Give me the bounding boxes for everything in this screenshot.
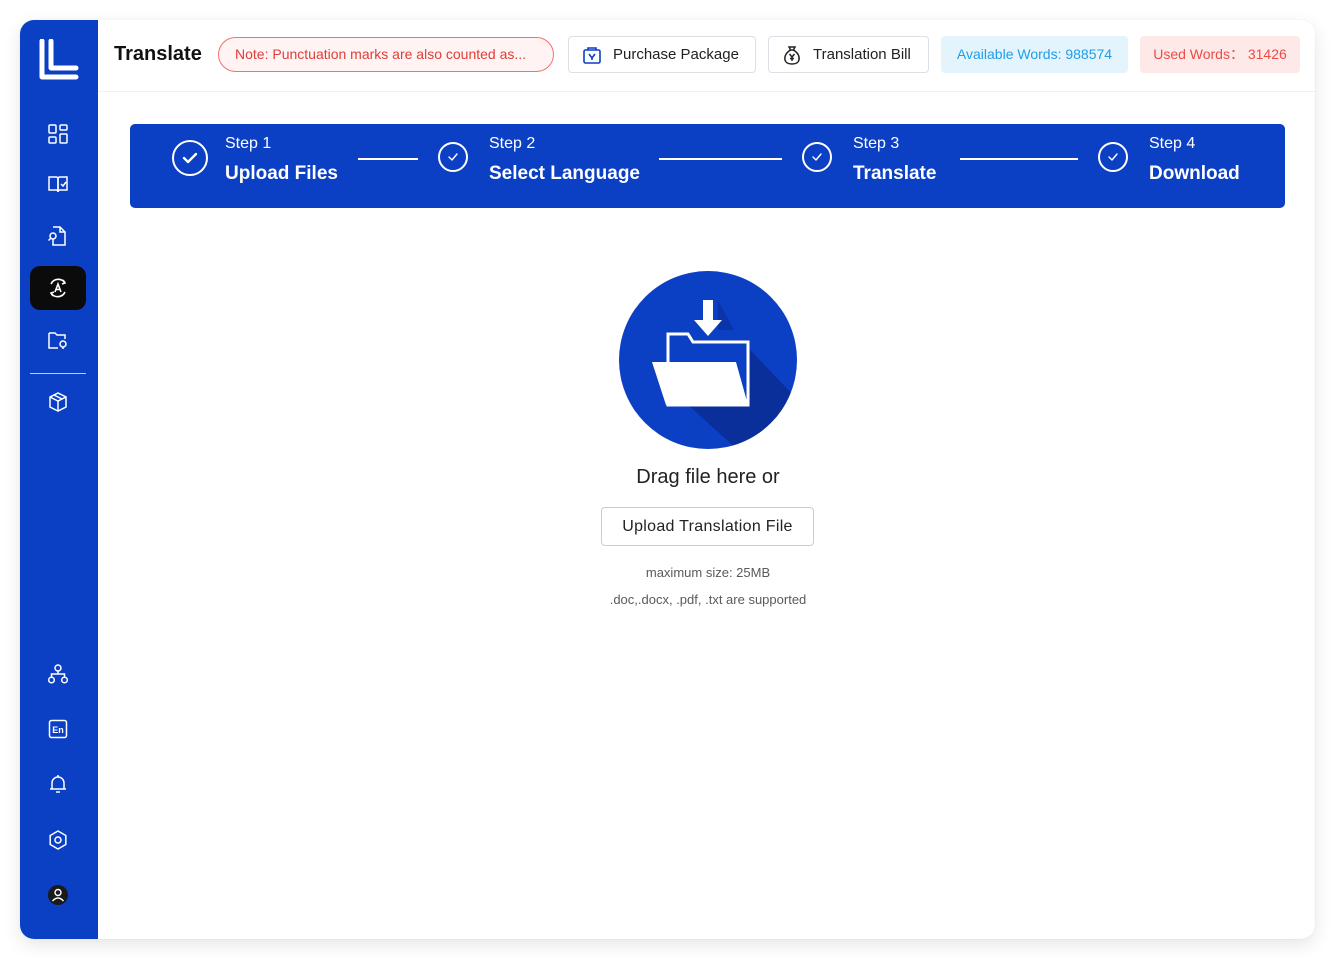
- step-4-label: Download: [1149, 163, 1240, 184]
- money-bag-icon: [784, 45, 800, 65]
- language-en-icon: En: [48, 719, 68, 739]
- package-box-icon: [49, 392, 67, 412]
- step-1-label: Upload Files: [225, 163, 338, 184]
- top-header: Translate Note: Punctuation marks are al…: [98, 20, 1315, 92]
- step-1-check-icon: [172, 140, 208, 176]
- step-connector: [960, 158, 1078, 160]
- used-words-badge: Used Words： 31426: [1140, 36, 1300, 73]
- nav-translate[interactable]: [30, 266, 86, 310]
- step-4-number: Step 4: [1149, 135, 1196, 152]
- purchase-package-button[interactable]: Purchase Package: [568, 36, 756, 73]
- step-3-number: Step 3: [853, 135, 900, 152]
- svg-text:En: En: [52, 725, 64, 735]
- nav-profile[interactable]: [30, 873, 86, 917]
- translate-icon: [49, 278, 67, 298]
- user-avatar-icon: [48, 885, 68, 905]
- page-title: Translate: [114, 43, 202, 65]
- max-size-hint: maximum size: 25MB: [645, 565, 771, 580]
- purchase-package-label: Purchase Package: [613, 46, 739, 63]
- upload-folder-icon[interactable]: [618, 270, 798, 450]
- step-2-check-icon: [438, 142, 468, 172]
- shopping-bag-icon: [583, 46, 601, 64]
- step-connector: [659, 158, 782, 160]
- nav-dashboard[interactable]: [30, 112, 86, 156]
- dashboard-grid-icon: [48, 124, 68, 144]
- org-chart-icon: [47, 664, 69, 684]
- drag-file-text: Drag file here or: [636, 466, 780, 488]
- app-window: En Translate Note: Punctuation marks are…: [20, 20, 1315, 939]
- sidebar: En: [20, 20, 98, 939]
- bell-icon: [50, 775, 66, 793]
- nav-organization[interactable]: [30, 652, 86, 696]
- step-3-label: Translate: [853, 163, 937, 184]
- step-2-label: Select Language: [489, 163, 640, 184]
- step-4-check-icon: [1098, 142, 1128, 172]
- nav-settings[interactable]: [30, 818, 86, 862]
- step-1-number: Step 1: [225, 135, 272, 152]
- translation-bill-button[interactable]: Translation Bill: [768, 36, 929, 73]
- step-2-number: Step 2: [489, 135, 536, 152]
- book-icon: [48, 176, 68, 193]
- sidebar-divider: [30, 373, 86, 374]
- available-words-badge: Available Words: 988574: [941, 36, 1128, 73]
- nav-notifications[interactable]: [30, 762, 86, 806]
- nav-language[interactable]: En: [30, 707, 86, 751]
- folder-location-icon: [48, 332, 67, 349]
- translation-bill-label: Translation Bill: [813, 46, 911, 63]
- steps-bar: Step 1 Upload Files Step 2 Select Langua…: [130, 124, 1285, 208]
- supported-formats-hint: .doc,.docx, .pdf, .txt are supported: [609, 592, 807, 607]
- step-3-check-icon: [802, 142, 832, 172]
- document-search-icon: [47, 226, 66, 246]
- upload-translation-file-button[interactable]: Upload Translation File: [601, 507, 814, 546]
- step-connector: [358, 158, 418, 160]
- punctuation-note[interactable]: Note: Punctuation marks are also counted…: [218, 37, 554, 72]
- nav-folders[interactable]: [30, 318, 86, 362]
- app-logo-icon: [39, 39, 79, 80]
- nav-library[interactable]: [30, 162, 86, 206]
- nav-packages[interactable]: [30, 380, 86, 424]
- nav-documents[interactable]: [30, 214, 86, 258]
- settings-gear-icon: [49, 830, 67, 850]
